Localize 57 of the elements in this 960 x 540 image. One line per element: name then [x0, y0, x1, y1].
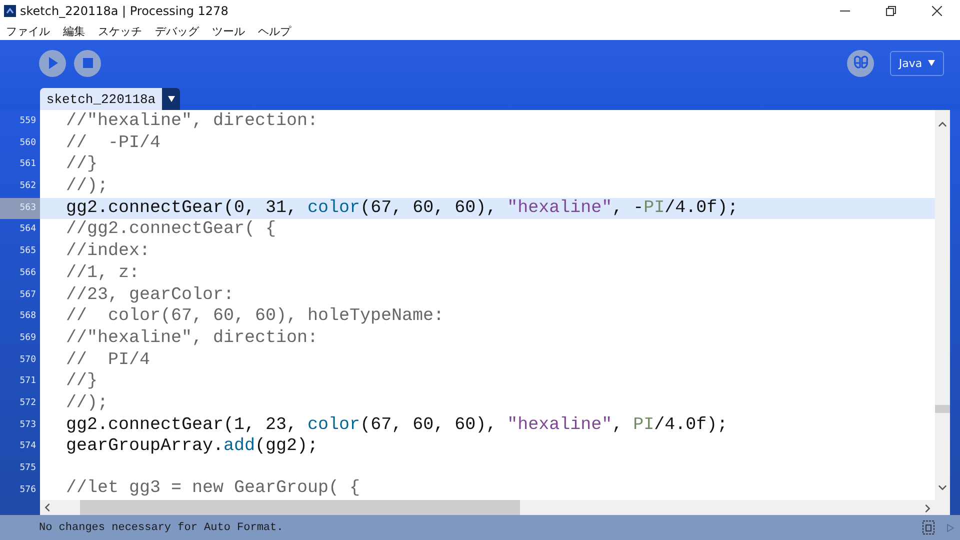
- close-icon: [932, 6, 942, 16]
- debug-button[interactable]: [847, 50, 874, 76]
- line-number: 567: [18, 288, 37, 302]
- line-number: 576: [18, 484, 37, 497]
- code-line: // color(67, 60, 60), holeTypeName:: [65, 306, 446, 328]
- status-message: No changes necessary for Auto Format.: [39, 522, 284, 534]
- code-line: //);: [65, 392, 110, 415]
- code-line: gearGroupArray.add(gg2);: [65, 436, 320, 458]
- code-line: //}: [65, 154, 99, 176]
- stop-button[interactable]: [74, 50, 101, 76]
- code-line: // PI/4: [65, 350, 152, 372]
- menu-item[interactable]: デバッグ: [155, 24, 199, 38]
- code-line: //23, gearColor:: [65, 284, 236, 306]
- line-number: 575: [18, 462, 37, 475]
- code-line: gg2.connectGear(1, 23, color(67, 60, 60), "hexaline", PI/4.0f);: [65, 414, 729, 436]
- line-number: 569: [18, 332, 37, 345]
- app-icon: [4, 5, 16, 17]
- line-number: 563: [0, 198, 40, 220]
- mode-dropdown[interactable]: Java: [890, 50, 944, 76]
- caret-icon: [168, 96, 174, 102]
- line-number: 565: [18, 245, 37, 258]
- clipboard-icon[interactable]: [922, 520, 935, 535]
- menu-item[interactable]: スケッチ: [98, 24, 142, 38]
- line-number: 559: [18, 115, 37, 128]
- code-line: //let gg3 = new GearGroup( {: [65, 478, 362, 500]
- line-number: 571: [18, 375, 37, 388]
- line-number: 561: [18, 158, 37, 172]
- code-line: //1, z:: [65, 262, 141, 284]
- code-line: //gg2.connectGear( {: [65, 219, 278, 242]
- line-number: 568: [18, 310, 37, 324]
- play-icon: [48, 57, 58, 69]
- line-number: 566: [18, 266, 37, 280]
- line-number: 564: [18, 223, 37, 236]
- line-number: 562: [18, 180, 37, 194]
- line-number: 572: [18, 396, 37, 410]
- code-line: //);: [65, 176, 110, 198]
- window-title: sketch_220118a | Processing 1278: [20, 4, 230, 18]
- code-line: //}: [65, 371, 99, 393]
- line-number: 560: [18, 136, 37, 150]
- tab-menu-button[interactable]: [162, 88, 180, 110]
- code-line: //"hexaline", direction:: [65, 111, 320, 133]
- line-number: 573: [18, 418, 37, 432]
- run-button[interactable]: [39, 50, 66, 76]
- code-line: //index:: [65, 241, 152, 263]
- caret-icon: [928, 60, 936, 66]
- menu-item[interactable]: ツール: [212, 24, 245, 38]
- stop-icon: [82, 58, 92, 68]
- code-line: // -PI/4: [65, 132, 162, 154]
- menu-item[interactable]: ファイル: [6, 24, 50, 38]
- code-line: //"hexaline", direction:: [65, 328, 320, 350]
- line-number: 570: [18, 354, 37, 367]
- butterfly-icon: [852, 55, 870, 71]
- sketch-tab[interactable]: sketch_220118a: [40, 88, 162, 110]
- restore-icon: [886, 6, 896, 16]
- menu-item[interactable]: ヘルプ: [258, 24, 291, 38]
- menu-item[interactable]: 編集: [63, 24, 85, 38]
- line-number: 574: [18, 440, 37, 454]
